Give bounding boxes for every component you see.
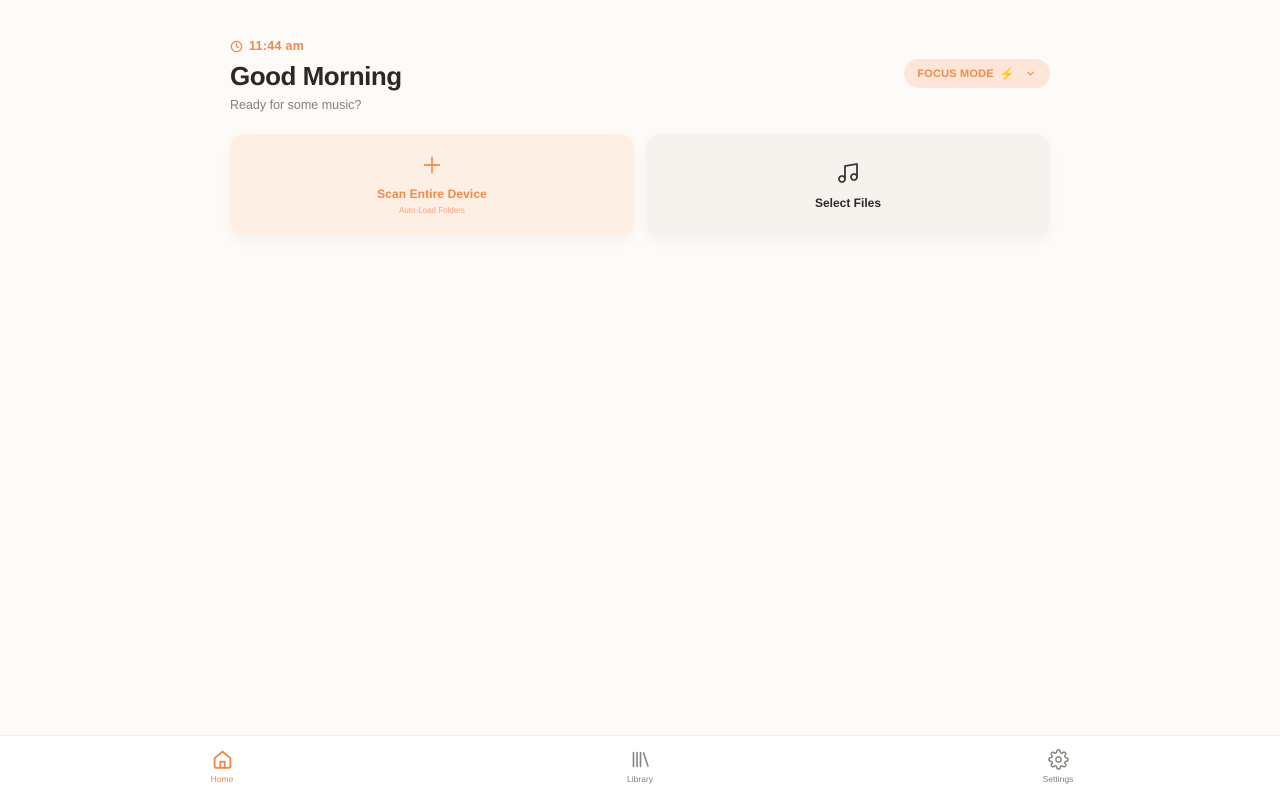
gear-icon: [1047, 749, 1069, 770]
chevron-down-icon: [1027, 71, 1034, 76]
nav-item-home[interactable]: Home: [182, 749, 262, 784]
music-note-icon: [836, 161, 860, 190]
focus-mode-dropdown[interactable]: FOCUS MODE ⚡: [904, 59, 1050, 88]
library-icon: [632, 751, 649, 768]
lightning-icon: ⚡: [999, 66, 1015, 81]
home-icon: [213, 750, 231, 769]
page-subtitle: Ready for some music?: [230, 98, 362, 112]
select-files-button[interactable]: Select Files: [646, 134, 1050, 236]
home-main: 11:44 am Good Morning Ready for some mus…: [230, 36, 1050, 236]
nav-label-library: Library: [627, 774, 653, 784]
bottom-nav: Home Library Settings: [0, 735, 1280, 800]
plus-icon: [422, 155, 442, 180]
nav-label-settings: Settings: [1042, 774, 1074, 784]
action-cards: Scan Entire Device Auto-Load Folders Sel…: [230, 134, 1050, 236]
focus-mode-label: FOCUS MODE: [917, 67, 994, 80]
scan-device-subtitle: Auto-Load Folders: [399, 206, 465, 215]
nav-item-settings[interactable]: Settings: [1018, 749, 1098, 784]
time-text: 11:44 am: [249, 39, 305, 53]
scan-device-button[interactable]: Scan Entire Device Auto-Load Folders: [230, 134, 634, 236]
nav-item-library[interactable]: Library: [600, 749, 680, 784]
time-display: 11:44 am: [230, 36, 1050, 56]
scan-device-title: Scan Entire Device: [377, 187, 487, 201]
select-files-title: Select Files: [814, 195, 882, 210]
nav-label-home: Home: [210, 774, 234, 784]
clock-icon: [230, 40, 243, 52]
